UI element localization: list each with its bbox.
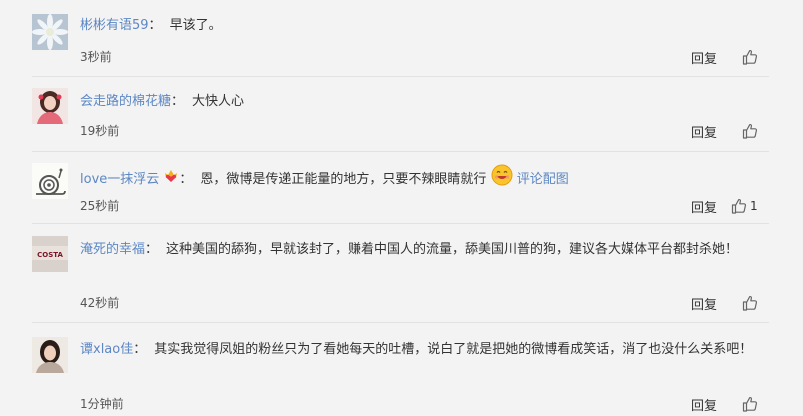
thumbs-up-icon (742, 49, 758, 65)
comment-item: 谭xlao佳： 其实我觉得凤姐的粉丝只为了看她每天的吐槽，说白了就是把她的微博看成… (32, 337, 769, 414)
username-link[interactable]: 会走路的棉花糖 (80, 94, 171, 109)
colon: ： (145, 242, 159, 257)
thumbs-up-icon (742, 123, 758, 139)
comment-body: 大快人心 (192, 94, 245, 109)
avatar[interactable] (32, 163, 68, 199)
colon: ： (148, 18, 162, 33)
comment-image-link[interactable]: 评论配图 (517, 172, 569, 187)
like-button[interactable] (742, 49, 758, 69)
colon: ： (133, 342, 147, 357)
comment-item: 会走路的棉花糖： 大快人心 19秒前 回复 (32, 88, 769, 152)
username-link[interactable]: love一抹浮云 (80, 172, 159, 187)
comment-item: COSTA 淹死的幸福： 这种美国的舔狗，早就该封了，赚着中国人的流量，舔美国川普… (32, 236, 769, 323)
like-button[interactable] (742, 295, 758, 315)
thumbs-up-icon (731, 198, 747, 214)
colon: ： (179, 172, 193, 187)
comment-item: 彬彬有语59： 早该了。 3秒前 回复 (32, 14, 769, 77)
like-button[interactable] (731, 198, 747, 218)
comment-text: love一抹浮云 ： 恩，微博是传递正能量的地方，只要不辣眼睛就行 评论配图 (80, 164, 769, 195)
timestamp: 1分钟前 (80, 397, 124, 411)
crown-heart-badge-icon (163, 167, 179, 192)
timestamp: 19秒前 (80, 124, 120, 138)
comment-item: love一抹浮云 ： 恩，微博是传递正能量的地方，只要不辣眼睛就行 评论配图 25… (32, 163, 769, 224)
username-link[interactable]: 谭xlao佳 (80, 342, 133, 357)
thumbs-up-icon (742, 396, 758, 412)
comment-body: 这种美国的舔狗，早就该封了，赚着中国人的流量，舔美国川普的狗，建议各大媒体平台都… (166, 242, 739, 257)
grin-face-emoji-icon (491, 164, 513, 195)
reply-button[interactable]: 回复 (691, 197, 717, 216)
avatar-logo-text: COSTA (37, 251, 63, 259)
comment-text: 会走路的棉花糖： 大快人心 (80, 90, 769, 114)
like-count: 1 (750, 199, 758, 213)
timestamp: 25秒前 (80, 199, 120, 213)
thumbs-up-icon (742, 295, 758, 311)
comment-body: 其实我觉得凤姐的粉丝只为了看她每天的吐槽，说白了就是把她的微博看成笑话，消了也没… (154, 342, 753, 357)
username-link[interactable]: 淹死的幸福 (80, 242, 145, 257)
reply-button[interactable]: 回复 (691, 294, 717, 313)
avatar[interactable]: COSTA (32, 236, 68, 272)
comment-text: 谭xlao佳： 其实我觉得凤姐的粉丝只为了看她每天的吐槽，说白了就是把她的微博看成… (80, 338, 769, 362)
username-link[interactable]: 彬彬有语59 (80, 18, 149, 33)
like-button[interactable] (742, 123, 758, 143)
timestamp: 42秒前 (80, 296, 120, 310)
colon: ： (171, 94, 185, 109)
comment-text: 淹死的幸福： 这种美国的舔狗，早就该封了，赚着中国人的流量，舔美国川普的狗，建议各… (80, 238, 769, 262)
avatar[interactable] (32, 14, 68, 50)
comment-body: 早该了。 (169, 18, 222, 33)
like-button[interactable] (742, 396, 758, 416)
reply-button[interactable]: 回复 (691, 395, 717, 414)
reply-button[interactable]: 回复 (691, 48, 717, 67)
reply-button[interactable]: 回复 (691, 122, 717, 141)
comment-body: 恩，微博是传递正能量的地方，只要不辣眼睛就行 (200, 172, 487, 187)
comment-text: 彬彬有语59： 早该了。 (80, 14, 769, 38)
timestamp: 3秒前 (80, 50, 112, 64)
avatar[interactable] (32, 337, 68, 373)
avatar[interactable] (32, 88, 68, 124)
